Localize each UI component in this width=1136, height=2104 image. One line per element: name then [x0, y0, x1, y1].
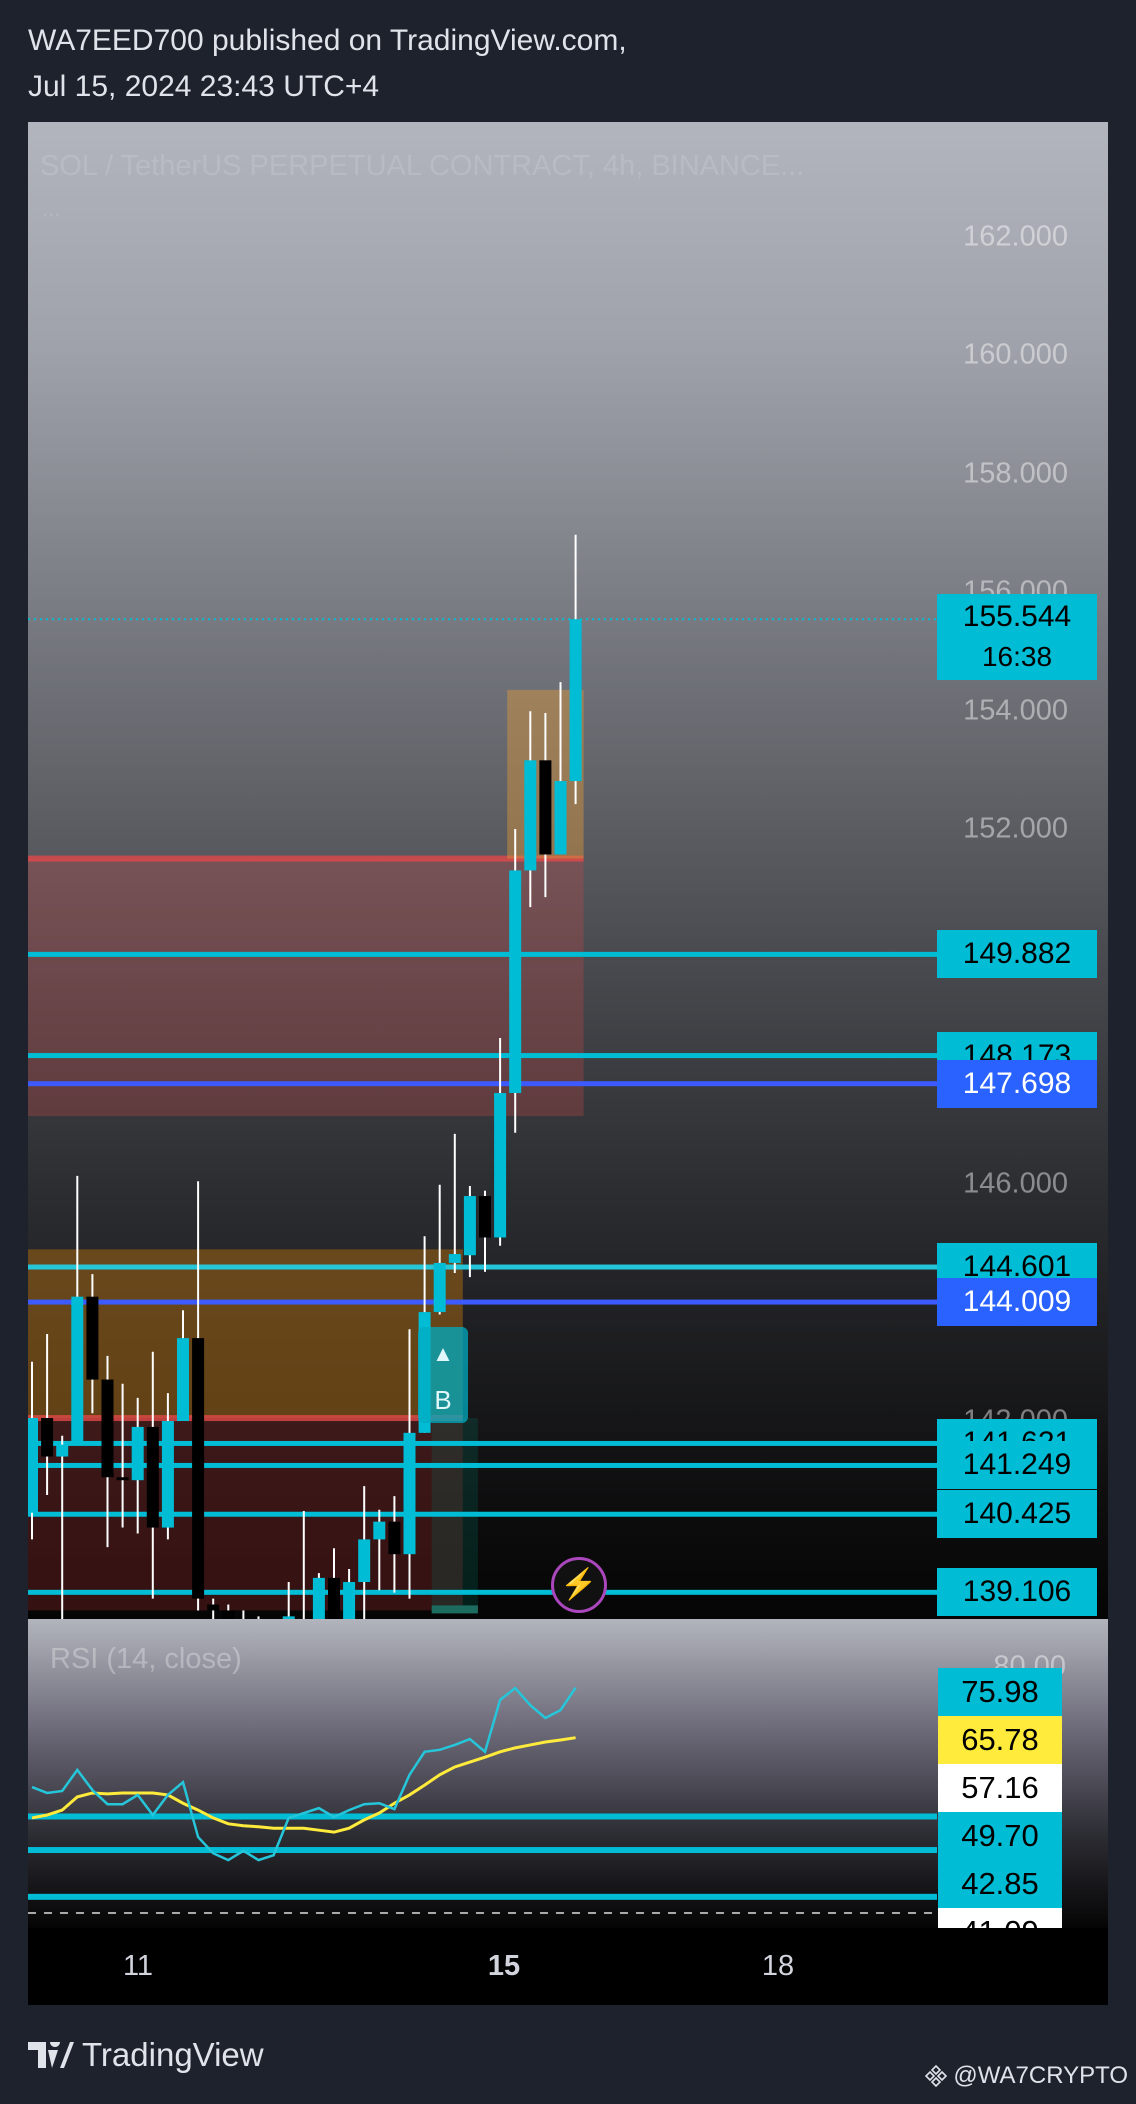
rsi-level-line — [28, 1893, 937, 1900]
handle-text: @WA7CRYPTO — [953, 2062, 1128, 2089]
level-price-label[interactable]: 144.009 — [937, 1278, 1097, 1327]
last-price-label[interactable]: 155.544 16:38 — [937, 594, 1097, 680]
candle-up — [28, 1418, 38, 1513]
candle-up — [268, 1628, 280, 1640]
candle-up — [433, 1262, 446, 1313]
candle-down — [86, 1296, 99, 1380]
candle-down — [388, 1521, 401, 1555]
last-price-value: 155.544 — [962, 600, 1072, 633]
rsi-line — [31, 1686, 577, 1862]
candle-up — [569, 619, 582, 782]
zone-edge-line — [28, 1415, 463, 1422]
level-line — [28, 951, 937, 957]
candle-up — [524, 760, 537, 871]
candle-down — [101, 1379, 114, 1478]
candle-up — [463, 1196, 476, 1256]
buy-signal-marker[interactable]: ▲ B — [418, 1327, 468, 1423]
brand-name: TradingView — [82, 2036, 264, 2073]
zone-buy-base — [431, 1605, 478, 1614]
buy-label: B — [434, 1385, 452, 1415]
candle-up — [177, 1338, 189, 1421]
candle-up — [282, 1616, 295, 1619]
level-price-label[interactable]: 147.698 — [937, 1059, 1097, 1108]
candle-up — [56, 1444, 69, 1457]
candle-down — [192, 1338, 205, 1599]
candle-down — [222, 1610, 235, 1619]
tv-logo-icon — [28, 2042, 74, 2068]
candle-up — [131, 1426, 144, 1481]
candle-down — [328, 1577, 340, 1619]
rsi-level-line — [28, 1847, 937, 1854]
candle-up — [448, 1254, 461, 1263]
level-line — [28, 1081, 937, 1087]
candle-down — [253, 1634, 265, 1640]
candle-down — [207, 1604, 220, 1611]
candle-up — [494, 1093, 507, 1238]
candle-up — [554, 781, 567, 855]
candle-up — [298, 1628, 310, 1640]
author-handle: @WA7CRYPTO — [925, 2062, 1128, 2090]
candle-up — [161, 1421, 174, 1528]
lightning-icon[interactable]: ⚡ — [551, 1557, 607, 1613]
level-line — [28, 1299, 937, 1305]
binance-icon — [925, 2065, 948, 2087]
rsi-level-line — [28, 1813, 937, 1820]
tradingview-logo[interactable]: TradingView — [28, 2036, 264, 2074]
candle-down — [539, 760, 552, 855]
level-line — [28, 1589, 937, 1595]
candle-up — [71, 1296, 84, 1445]
candle-up — [373, 1521, 386, 1540]
level-price-label[interactable]: 141.249 — [937, 1441, 1097, 1490]
candle-down — [479, 1196, 491, 1238]
candle-up — [403, 1432, 416, 1555]
level-price-label[interactable]: 139.106 — [937, 1568, 1097, 1617]
candle-up — [509, 870, 522, 1094]
candle-down — [237, 1628, 249, 1634]
candle-down — [146, 1426, 159, 1528]
level-line — [28, 1053, 937, 1059]
candle-down — [41, 1418, 54, 1457]
level-price-label[interactable]: 140.425 — [937, 1490, 1097, 1539]
level-line — [28, 1264, 937, 1270]
zone-edge-line — [28, 855, 584, 862]
candle-up — [358, 1539, 371, 1583]
candle-up — [312, 1577, 325, 1619]
bar-countdown: 16:38 — [981, 641, 1053, 672]
up-arrow-icon: ▲ — [432, 1341, 454, 1366]
level-price-label[interactable]: 149.882 — [937, 930, 1097, 979]
candle-up — [343, 1582, 356, 1619]
candle-down — [116, 1477, 129, 1481]
